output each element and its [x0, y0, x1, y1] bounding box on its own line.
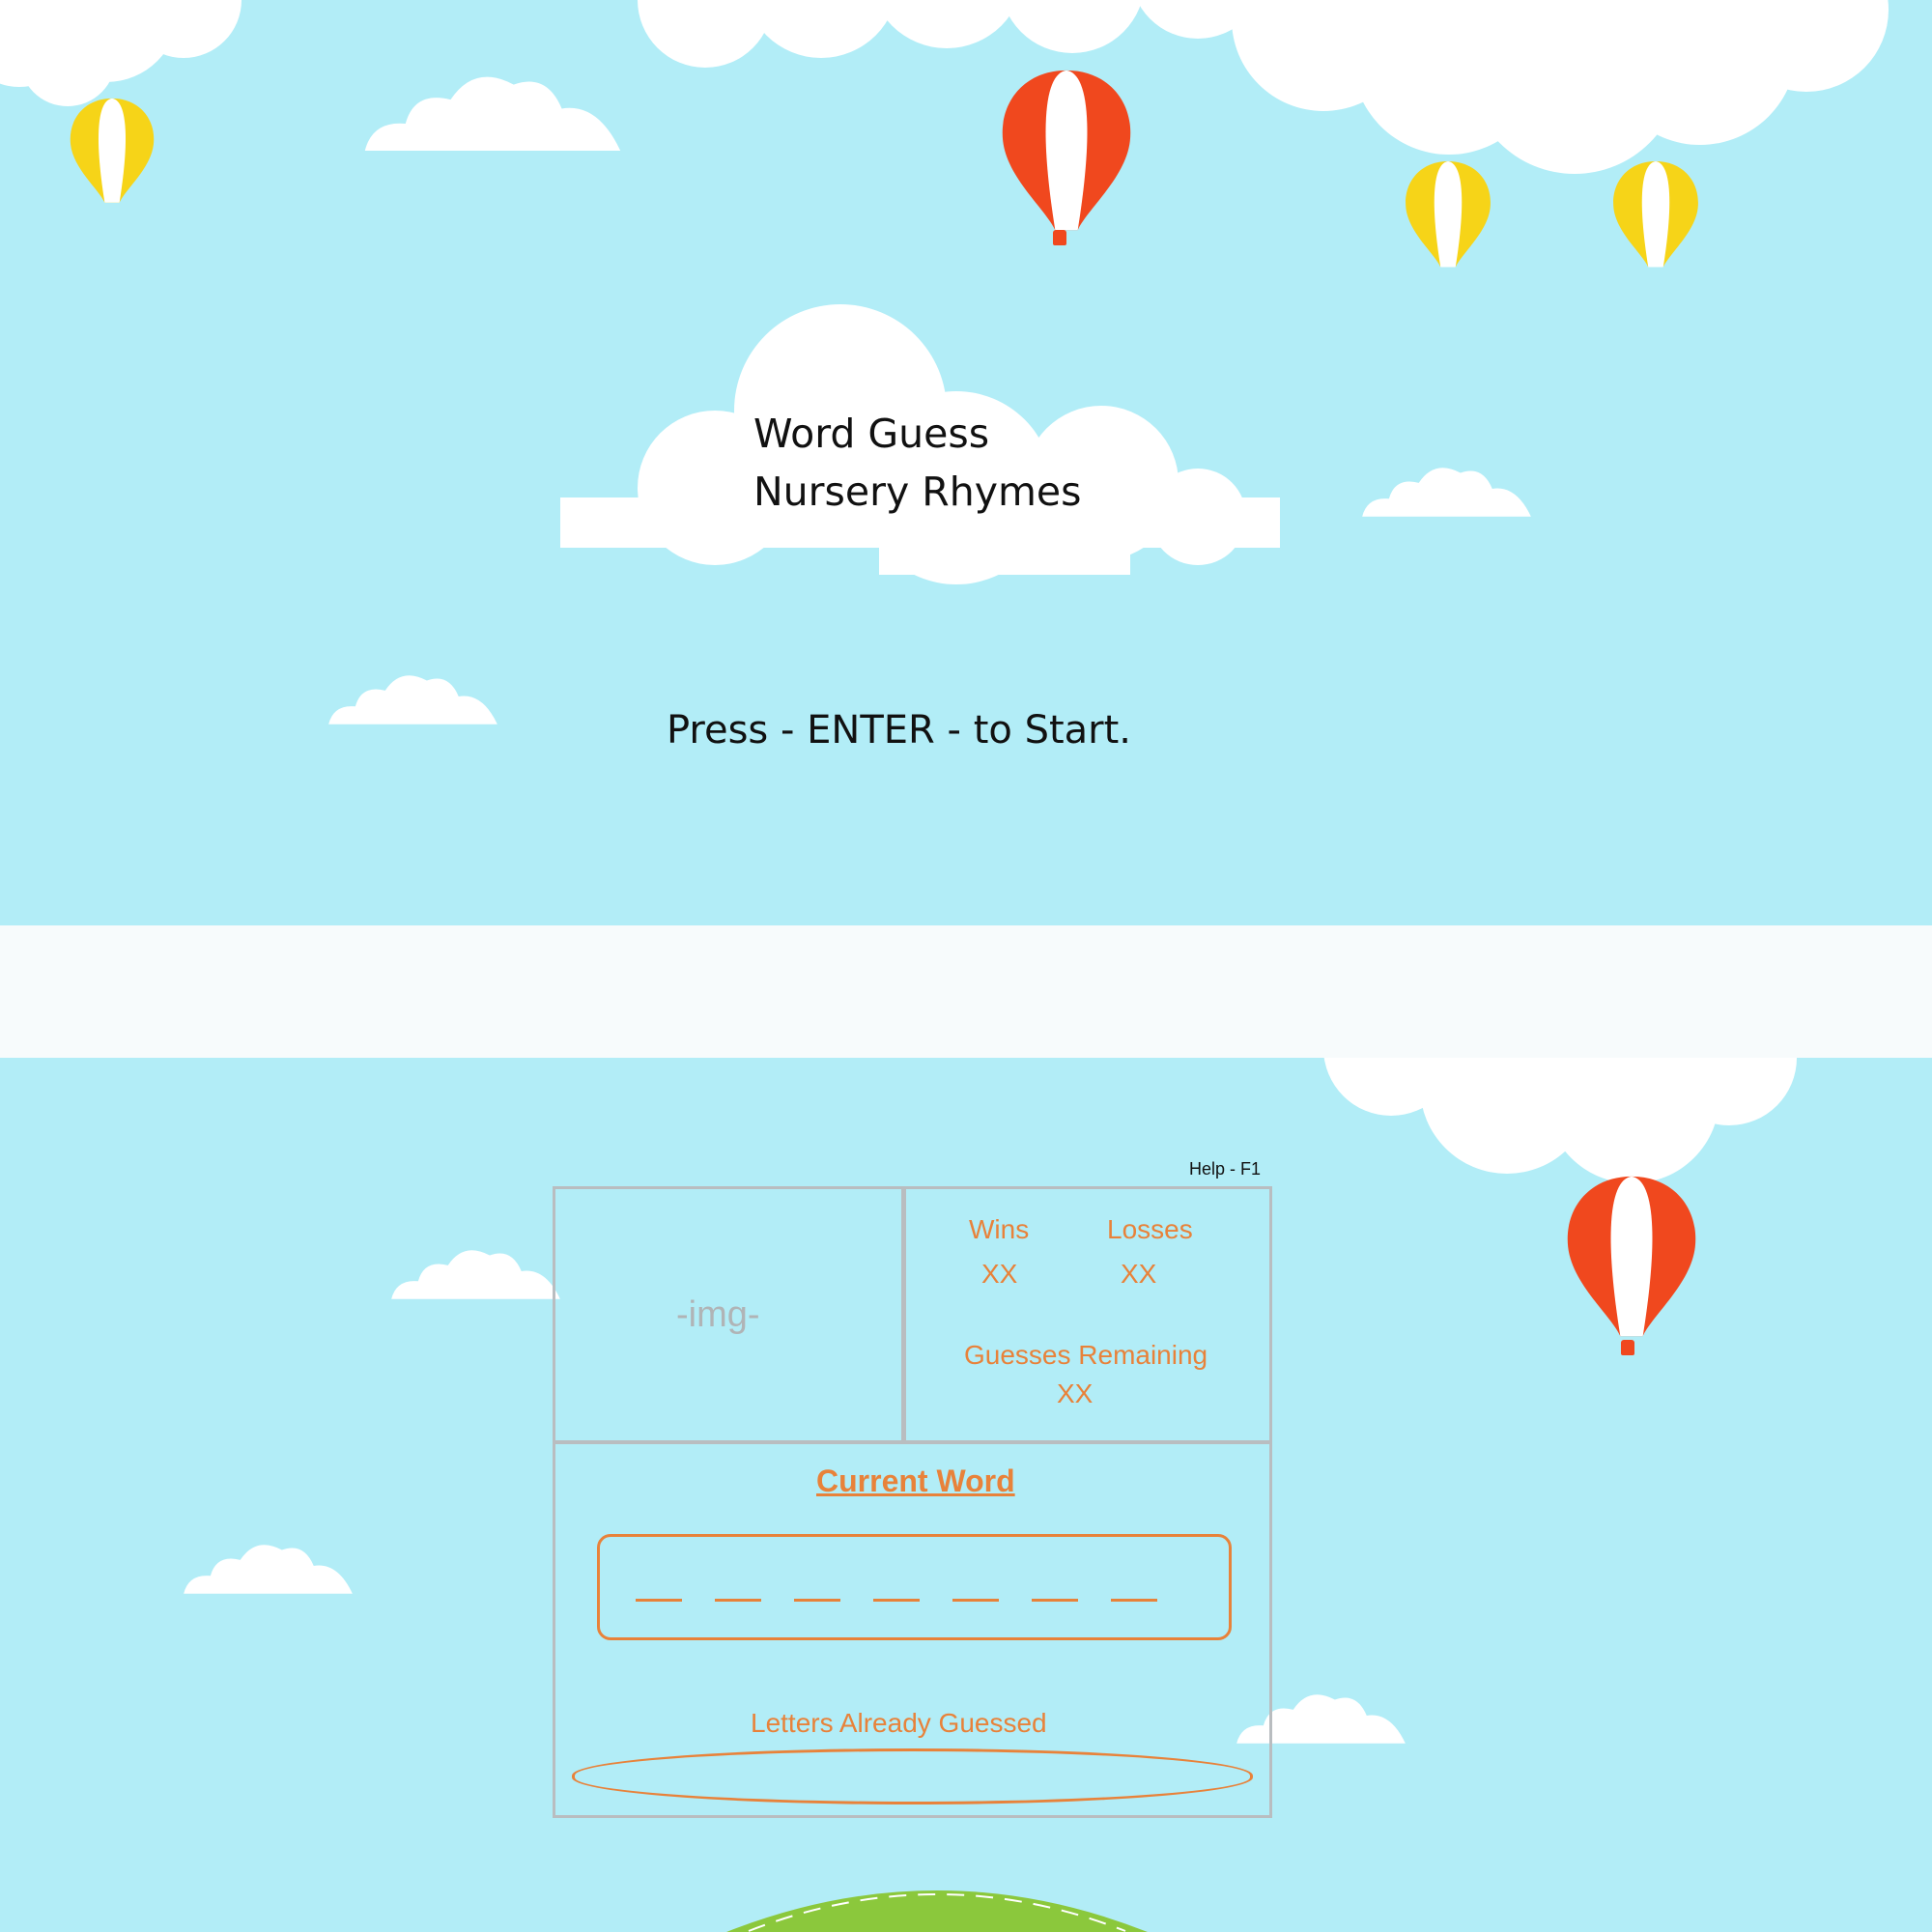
balloon-basket [1053, 230, 1066, 245]
red-balloon-icon [1555, 1174, 1708, 1357]
red-balloon-icon [990, 68, 1143, 251]
help-hint: Help - F1 [1189, 1159, 1262, 1179]
word-blank [715, 1599, 761, 1602]
letters-guessed-field [572, 1748, 1253, 1804]
cloud-decoration [1357, 459, 1536, 519]
cloud-decoration [638, 0, 1260, 68]
word-blank [1111, 1599, 1157, 1602]
start-screen: Word Guess Nursery Rhymes Press - ENTER … [0, 0, 1932, 925]
cloud-decoration [179, 1536, 357, 1596]
cloud-decoration [324, 667, 502, 726]
guesses-remaining-label: Guesses Remaining [964, 1340, 1208, 1370]
word-blank [794, 1599, 840, 1602]
cloud-decoration [357, 63, 628, 155]
start-prompt: Press - ENTER - to Start. [667, 708, 1131, 753]
image-placeholder: -img- [676, 1294, 760, 1335]
game-title-line2: Nursery Rhymes [753, 469, 1082, 515]
yellow-balloon-icon [66, 97, 158, 216]
guesses-remaining-value: XX [1057, 1378, 1094, 1408]
wins-value: XX [981, 1259, 1018, 1289]
cloud-decoration [1232, 0, 1889, 174]
yellow-balloon-icon [1401, 159, 1495, 281]
ground-hill [726, 1890, 1148, 1932]
word-blank [952, 1599, 999, 1602]
word-blank [873, 1599, 920, 1602]
game-title-line1: Word Guess [753, 411, 990, 457]
wins-label: Wins [969, 1214, 1030, 1244]
word-blank [636, 1599, 682, 1602]
current-word-display [597, 1534, 1232, 1640]
letters-guessed-label: Letters Already Guessed [751, 1708, 1047, 1738]
balloon-basket [1621, 1340, 1634, 1355]
losses-label: Losses [1107, 1214, 1193, 1244]
cloud-decoration [386, 1241, 565, 1301]
losses-value: XX [1121, 1259, 1157, 1289]
screen-divider [0, 925, 1932, 1058]
current-word-label: Current Word [816, 1463, 1015, 1498]
word-blank [1032, 1599, 1078, 1602]
yellow-balloon-icon [1608, 159, 1703, 281]
